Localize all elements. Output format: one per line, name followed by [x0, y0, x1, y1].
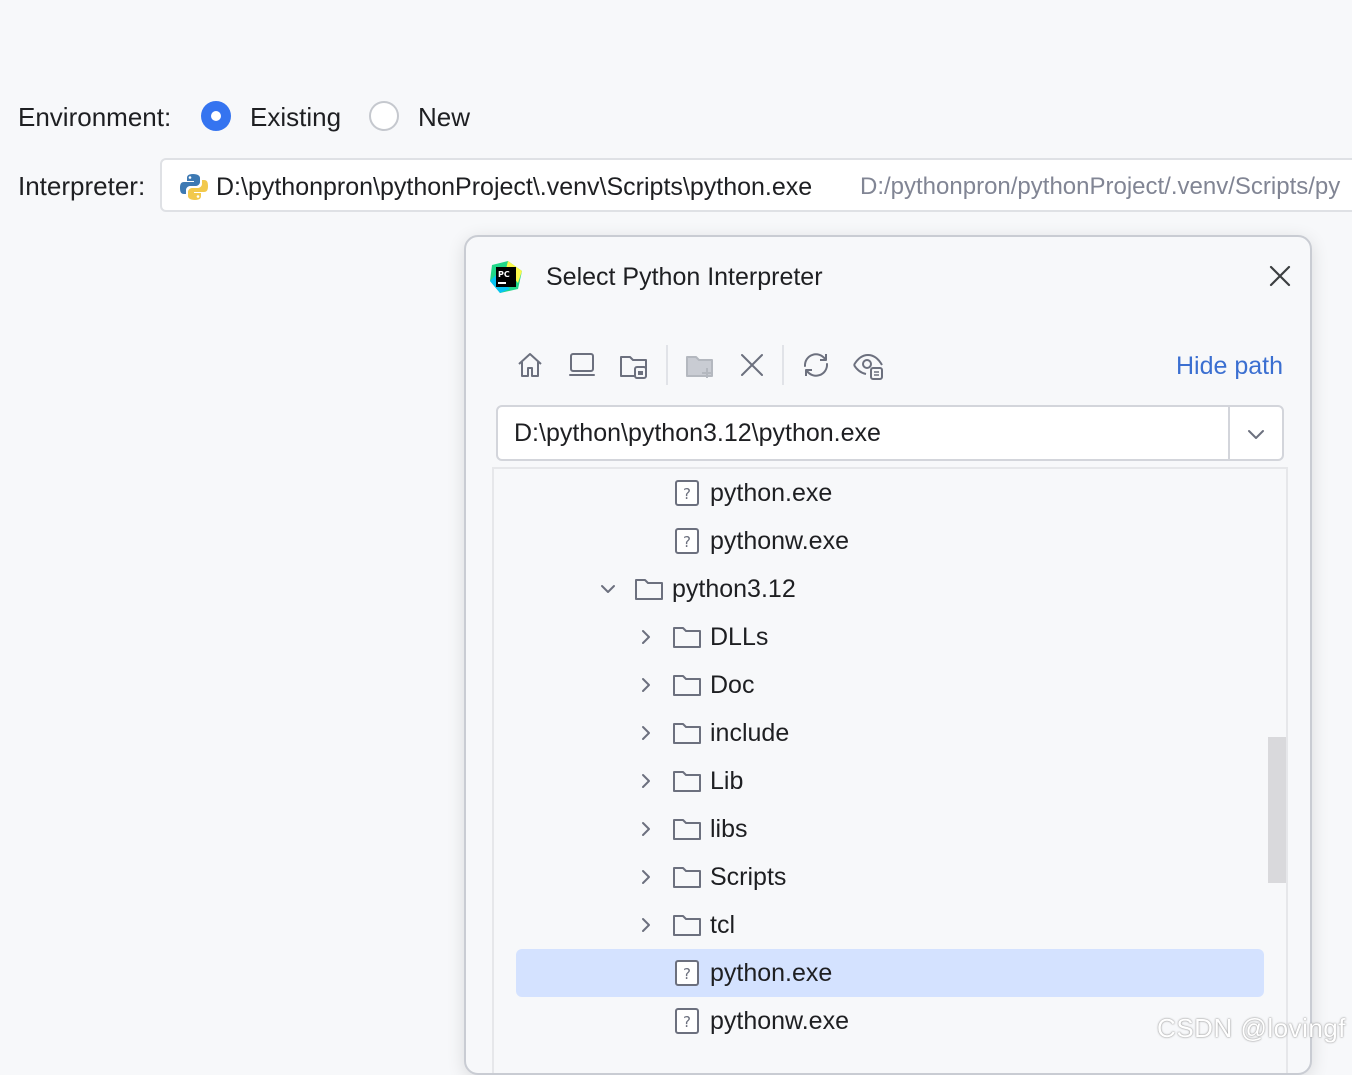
tree-folder-row[interactable]: include — [494, 709, 1286, 757]
tree-folder-row[interactable]: tcl — [494, 901, 1286, 949]
combo-separator — [1228, 407, 1230, 459]
project-folder-icon[interactable] — [618, 349, 650, 381]
path-combo[interactable]: D:\python\python3.12\python.exe — [496, 405, 1284, 461]
close-icon[interactable] — [1267, 263, 1293, 289]
folder-icon — [673, 819, 701, 840]
refresh-icon[interactable] — [800, 349, 832, 381]
chevron-right-icon[interactable] — [636, 819, 656, 839]
toolbar-separator — [666, 345, 668, 385]
new-radio-label[interactable]: New — [418, 102, 470, 132]
tree-item-label: DLLs — [710, 623, 769, 651]
tree-file-row[interactable]: ? python.exe — [494, 949, 1286, 997]
folder-icon — [673, 675, 701, 696]
tree-item-label: python3.12 — [672, 575, 796, 603]
tree-item-label: libs — [710, 815, 748, 843]
show-hidden-icon[interactable] — [852, 349, 884, 381]
tree-item-label: pythonw.exe — [710, 527, 849, 555]
chevron-right-icon[interactable] — [636, 675, 656, 695]
tree-item-label: Lib — [710, 767, 744, 795]
chevron-right-icon[interactable] — [636, 867, 656, 887]
tree-item-label: tcl — [710, 911, 735, 939]
unknown-file-icon: ? — [675, 1008, 699, 1034]
python-logo-icon — [180, 174, 208, 200]
tree-item-label: python.exe — [710, 479, 833, 507]
home-icon[interactable] — [514, 349, 546, 381]
new-radio[interactable] — [369, 101, 399, 131]
tree-item-label: python.exe — [710, 959, 833, 987]
tree-folder-row[interactable]: Scripts — [494, 853, 1286, 901]
tree-file-row[interactable]: ? python.exe — [494, 469, 1286, 517]
chevron-right-icon[interactable] — [636, 723, 656, 743]
folder-icon — [635, 579, 663, 600]
desktop-icon[interactable] — [566, 349, 598, 381]
environment-label: Environment: — [18, 102, 172, 132]
unknown-file-icon: ? — [675, 528, 699, 554]
svg-text:?: ? — [683, 965, 691, 983]
delete-icon[interactable] — [736, 349, 768, 381]
path-field[interactable]: D:\python\python3.12\python.exe — [514, 407, 881, 459]
existing-radio[interactable] — [201, 101, 231, 131]
select-interpreter-dialog: PC Select Python Interpreter Hide path D… — [464, 235, 1312, 1075]
file-tree: ? python.exe? pythonw.exe python3.12 DLLs Doc… — [492, 467, 1288, 1073]
interpreter-label: Interpreter: — [18, 171, 146, 201]
interpreter-path: D:\pythonpron\pythonProject\.venv\Script… — [216, 173, 813, 201]
tree-item-label: Doc — [710, 671, 755, 699]
tree-folder-row[interactable]: DLLs — [494, 613, 1286, 661]
unknown-file-icon: ? — [675, 480, 699, 506]
tree-folder-row[interactable]: Doc — [494, 661, 1286, 709]
folder-icon — [673, 867, 701, 888]
tree-folder-row[interactable]: python3.12 — [494, 565, 1286, 613]
existing-radio-label[interactable]: Existing — [250, 102, 341, 132]
chevron-right-icon[interactable] — [636, 915, 656, 935]
toolbar-separator — [782, 345, 784, 385]
chevron-right-icon[interactable] — [636, 627, 656, 647]
pycharm-logo-icon: PC — [490, 261, 522, 293]
tree-item-label: include — [710, 719, 790, 747]
svg-text:?: ? — [683, 485, 691, 503]
svg-text:?: ? — [683, 1013, 691, 1031]
svg-text:PC: PC — [498, 270, 510, 279]
unknown-file-icon: ? — [675, 960, 699, 986]
tree-item-label: pythonw.exe — [710, 1007, 849, 1035]
chevron-down-icon[interactable] — [598, 579, 618, 599]
svg-text:?: ? — [683, 533, 691, 551]
new-folder-icon[interactable] — [684, 349, 716, 381]
folder-icon — [673, 915, 701, 936]
watermark: CSDN @lovingf — [1157, 1013, 1346, 1043]
tree-file-row[interactable]: ? pythonw.exe — [494, 517, 1286, 565]
chevron-down-icon[interactable] — [1245, 423, 1267, 445]
tree-folder-row[interactable]: libs — [494, 805, 1286, 853]
chevron-right-icon[interactable] — [636, 771, 656, 791]
interpreter-path-hint: D:/pythonpron/pythonProject/.venv/Script… — [860, 173, 1341, 200]
folder-icon — [673, 771, 701, 792]
dialog-title: Select Python Interpreter — [546, 263, 823, 291]
hide-path-link[interactable]: Hide path — [1176, 351, 1283, 381]
tree-item-label: Scripts — [710, 863, 787, 891]
interpreter-combo[interactable]: D:\pythonpron\pythonProject\.venv\Script… — [160, 158, 1352, 212]
folder-icon — [673, 723, 701, 744]
tree-folder-row[interactable]: Lib — [494, 757, 1286, 805]
folder-icon — [673, 627, 701, 648]
